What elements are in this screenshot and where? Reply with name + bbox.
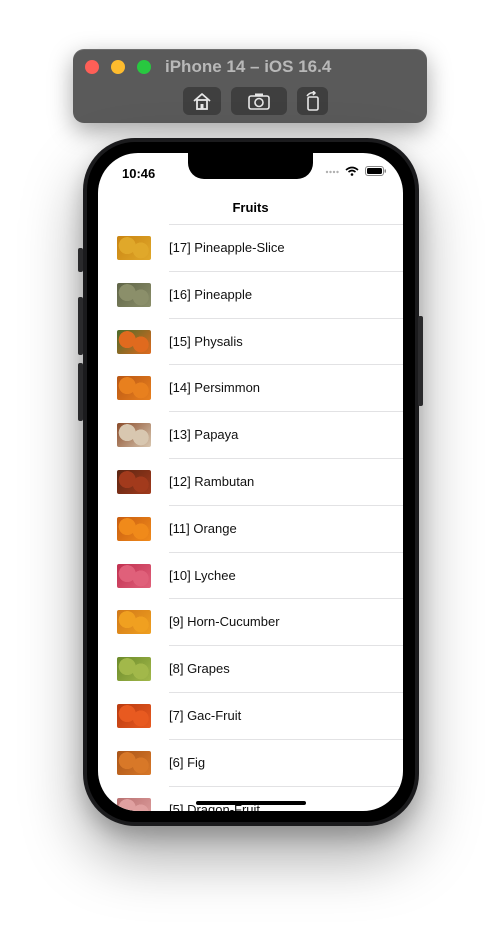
signal-icon (325, 170, 339, 174)
wifi-icon (345, 166, 359, 176)
home-icon (193, 93, 211, 110)
fruit-thumbnail (117, 703, 151, 728)
notch (188, 153, 313, 179)
fruit-thumbnail (117, 469, 151, 494)
fruit-thumbnail (117, 797, 151, 811)
camera-icon (248, 93, 270, 110)
zoom-window-button[interactable] (137, 60, 151, 74)
home-indicator[interactable] (196, 801, 306, 805)
list-item-label: [10] Lychee (169, 567, 236, 583)
list-item-label: [9] Horn-Cucumber (169, 614, 280, 630)
list-item[interactable]: [8] Grapes (117, 645, 403, 692)
list-item[interactable]: [5] Dragon-Fruit (117, 785, 403, 811)
fruit-thumbnail (117, 750, 151, 775)
screenshot-button[interactable] (231, 87, 287, 115)
minimize-window-button[interactable] (111, 60, 125, 74)
list-item[interactable]: [7] Gac-Fruit (117, 691, 403, 739)
volume-down-button (78, 363, 83, 421)
fruit-list: [17] Pineapple-Slice [16] Pineapple [15] P… (98, 224, 403, 811)
power-button (418, 316, 423, 406)
list-item-label: [15] Physalis (169, 333, 243, 349)
list-item-label: [8] Grapes (169, 661, 230, 677)
list-item-label: [7] Gac-Fruit (169, 707, 242, 723)
close-window-button[interactable] (85, 60, 99, 74)
fruit-thumbnail (117, 657, 151, 682)
phone-screen: 10:46 Fruits [17] Pineapple-Slice [16] Pi… (98, 153, 403, 811)
rotate-button[interactable] (297, 87, 328, 115)
fruit-thumbnail (117, 236, 151, 260)
home-button[interactable] (183, 87, 221, 115)
list-item[interactable]: [12] Rambutan (117, 457, 403, 505)
battery-icon (365, 166, 386, 176)
list-item[interactable]: [17] Pineapple-Slice (117, 224, 403, 271)
status-time: 10:46 (122, 166, 156, 181)
list-item[interactable]: [6] Fig (117, 738, 403, 786)
rotate-icon (305, 91, 319, 111)
list-item[interactable]: [14] Persimmon (117, 364, 403, 411)
silent-switch (78, 248, 83, 272)
list-item[interactable]: [10] Lychee (117, 551, 403, 599)
list-item[interactable]: [15] Physalis (117, 317, 403, 365)
list-item-label: [6] Fig (169, 754, 206, 770)
status-icons (325, 166, 387, 176)
simulator-title: iPhone 14 – iOS 16.4 (165, 57, 332, 76)
list-item-label: [12] Rambutan (169, 473, 255, 489)
fruit-thumbnail (117, 329, 151, 354)
fruit-thumbnail (117, 282, 151, 307)
fruit-thumbnail (117, 610, 151, 635)
nav-title: Fruits (232, 200, 269, 215)
list-item[interactable]: [9] Horn-Cucumber (117, 598, 403, 645)
list-item[interactable]: [13] Papaya (117, 411, 403, 458)
list-item[interactable]: [11] Orange (117, 504, 403, 552)
volume-up-button (78, 297, 83, 355)
list-item-label: [14] Persimmon (169, 380, 261, 396)
list-item-label: [11] Orange (169, 520, 237, 536)
fruit-thumbnail (117, 376, 151, 401)
list-item[interactable]: [16] Pineapple (117, 270, 403, 318)
fruit-thumbnail (117, 516, 151, 541)
fruit-thumbnail (117, 423, 151, 448)
fruit-thumbnail (117, 563, 151, 588)
list-item-label: [13] Papaya (169, 427, 239, 443)
simulator-toolbar: iPhone 14 – iOS 16.4 (73, 49, 427, 123)
list-item-label: [17] Pineapple-Slice (169, 240, 285, 255)
list-item-label: [16] Pineapple (169, 286, 253, 302)
